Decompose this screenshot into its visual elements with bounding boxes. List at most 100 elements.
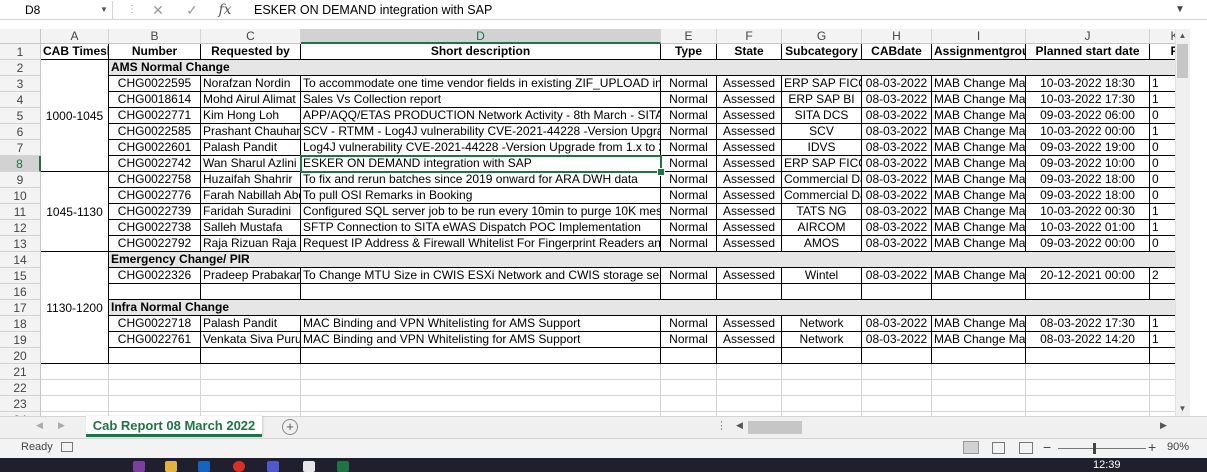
table-cell[interactable]: ERP SAP BI	[782, 92, 862, 108]
table-cell[interactable]	[1150, 348, 1175, 364]
column-header-e[interactable]: E	[661, 29, 717, 44]
header-cell[interactable]: Number	[109, 44, 201, 60]
section-header[interactable]: AMS Normal Change	[109, 60, 1175, 76]
table-cell[interactable]: 08-03-2022	[862, 332, 932, 348]
table-cell[interactable]: TATS NG	[782, 204, 862, 220]
row-header-9[interactable]: 9	[0, 172, 41, 188]
column-header-d[interactable]: D	[301, 29, 661, 44]
row-header-3[interactable]: 3	[0, 76, 41, 92]
table-cell[interactable]: 1	[1150, 204, 1175, 220]
table-cell[interactable]: 0	[1150, 156, 1175, 172]
row-header-20[interactable]: 20	[0, 348, 41, 364]
row-header-5[interactable]: 5	[0, 108, 41, 124]
table-cell[interactable]: 08-03-2022	[862, 140, 932, 156]
table-cell[interactable]: Normal	[661, 316, 717, 332]
table-cell[interactable]: IDVS	[782, 140, 862, 156]
tab-scroll-left-icon[interactable]: ◀	[36, 420, 43, 431]
row-header-7[interactable]: 7	[0, 140, 41, 156]
row-header-19[interactable]: 19	[0, 332, 41, 348]
scroll-down-icon[interactable]: ▼	[1175, 404, 1190, 413]
empty-cell[interactable]	[301, 364, 661, 380]
empty-cell[interactable]	[109, 364, 201, 380]
table-cell[interactable]: 10-03-2022 00:30	[1026, 204, 1150, 220]
table-cell[interactable]: Normal	[661, 236, 717, 252]
cab-timeslot-cell[interactable]: 1045-1130	[41, 172, 109, 252]
table-cell[interactable]	[717, 348, 782, 364]
table-cell[interactable]: Raja Rizuan Raja Mohd	[201, 236, 301, 252]
tab-split-handle[interactable]: ⋮	[716, 419, 727, 432]
table-cell[interactable]: Normal	[661, 268, 717, 284]
header-cell[interactable]: P	[1150, 44, 1175, 60]
table-cell[interactable]: 0	[1150, 236, 1175, 252]
table-cell[interactable]: 1	[1150, 220, 1175, 236]
header-cell[interactable]: Assignmentgroup	[932, 44, 1026, 60]
outlook-icon[interactable]	[198, 461, 210, 472]
table-cell[interactable]: Huzaifah Shahrir	[201, 172, 301, 188]
row-header-1[interactable]: 1	[0, 44, 41, 60]
table-cell[interactable]: CHG0022771	[109, 108, 201, 124]
table-cell[interactable]: Network	[782, 332, 862, 348]
table-cell[interactable]: Mohd Airul Alimat	[201, 92, 301, 108]
row-header-22[interactable]: 22	[0, 380, 41, 396]
add-sheet-icon[interactable]: +	[282, 419, 298, 435]
table-cell[interactable]: 08-03-2022 14:20	[1026, 332, 1150, 348]
empty-cell[interactable]	[1150, 396, 1175, 412]
column-header-j[interactable]: J	[1026, 29, 1150, 44]
table-cell[interactable]: CHG0022595	[109, 76, 201, 92]
table-cell[interactable]: Network	[782, 316, 862, 332]
empty-cell[interactable]	[201, 380, 301, 396]
empty-cell[interactable]	[932, 364, 1026, 380]
header-cell[interactable]: Short description	[301, 44, 661, 60]
table-cell[interactable]	[932, 284, 1026, 300]
empty-cell[interactable]	[301, 396, 661, 412]
table-cell[interactable]: Venkata Siva Purumala	[201, 332, 301, 348]
table-cell[interactable]: MAB Change Management	[932, 172, 1026, 188]
table-cell[interactable]	[1026, 348, 1150, 364]
row-header-12[interactable]: 12	[0, 220, 41, 236]
table-cell[interactable]: 0	[1150, 140, 1175, 156]
table-cell[interactable]: Salleh Mustafa	[201, 220, 301, 236]
empty-cell[interactable]	[41, 364, 109, 380]
table-cell[interactable]	[201, 284, 301, 300]
empty-cell[interactable]	[41, 380, 109, 396]
table-cell[interactable]: ERP SAP FICO	[782, 76, 862, 92]
table-cell[interactable]: SITA DCS	[782, 108, 862, 124]
table-cell[interactable]: 1	[1150, 76, 1175, 92]
table-cell[interactable]	[862, 284, 932, 300]
table-cell[interactable]: Normal	[661, 156, 717, 172]
table-cell[interactable]: Farah Nabillah Abdul	[201, 188, 301, 204]
table-cell[interactable]: 08-03-2022	[862, 76, 932, 92]
table-cell[interactable]: 09-03-2022 10:00	[1026, 156, 1150, 172]
table-cell[interactable]: Assessed	[717, 220, 782, 236]
table-cell[interactable]: MAB Change Management	[932, 236, 1026, 252]
table-cell[interactable]: MAB Change Management	[932, 76, 1026, 92]
empty-cell[interactable]	[862, 396, 932, 412]
onenote-icon[interactable]	[133, 461, 145, 472]
empty-cell[interactable]	[109, 396, 201, 412]
table-cell[interactable]: 0	[1150, 172, 1175, 188]
table-cell[interactable]: MAB Change Management	[932, 108, 1026, 124]
table-cell[interactable]: Normal	[661, 92, 717, 108]
table-cell[interactable]: CHG0022738	[109, 220, 201, 236]
table-cell[interactable]: CHG0022758	[109, 172, 201, 188]
table-cell[interactable]	[109, 284, 201, 300]
check-icon[interactable]: ✓	[182, 0, 202, 20]
table-cell[interactable]: 08-03-2022	[862, 220, 932, 236]
table-cell[interactable]: 09-03-2022 06:00	[1026, 108, 1150, 124]
header-cell[interactable]: Subcategory	[782, 44, 862, 60]
table-cell[interactable]: 08-03-2022	[862, 204, 932, 220]
table-cell[interactable]: Normal	[661, 220, 717, 236]
table-cell[interactable]: Assessed	[717, 124, 782, 140]
empty-cell[interactable]	[862, 380, 932, 396]
table-cell[interactable]: MAB Change Management	[932, 92, 1026, 108]
scroll-right-icon[interactable]: ▶	[1160, 420, 1167, 431]
empty-cell[interactable]	[932, 396, 1026, 412]
table-cell[interactable]	[782, 348, 862, 364]
table-cell[interactable]: To pull OSI Remarks in Booking	[301, 188, 661, 204]
table-cell[interactable]	[717, 284, 782, 300]
table-cell[interactable]: 08-03-2022	[862, 172, 932, 188]
table-cell[interactable]: SFTP Connection to SITA eWAS Dispatch PO…	[301, 220, 661, 236]
table-cell[interactable]: Assessed	[717, 108, 782, 124]
column-header-f[interactable]: F	[717, 29, 782, 44]
vertical-scrollbar[interactable]	[1175, 29, 1190, 416]
